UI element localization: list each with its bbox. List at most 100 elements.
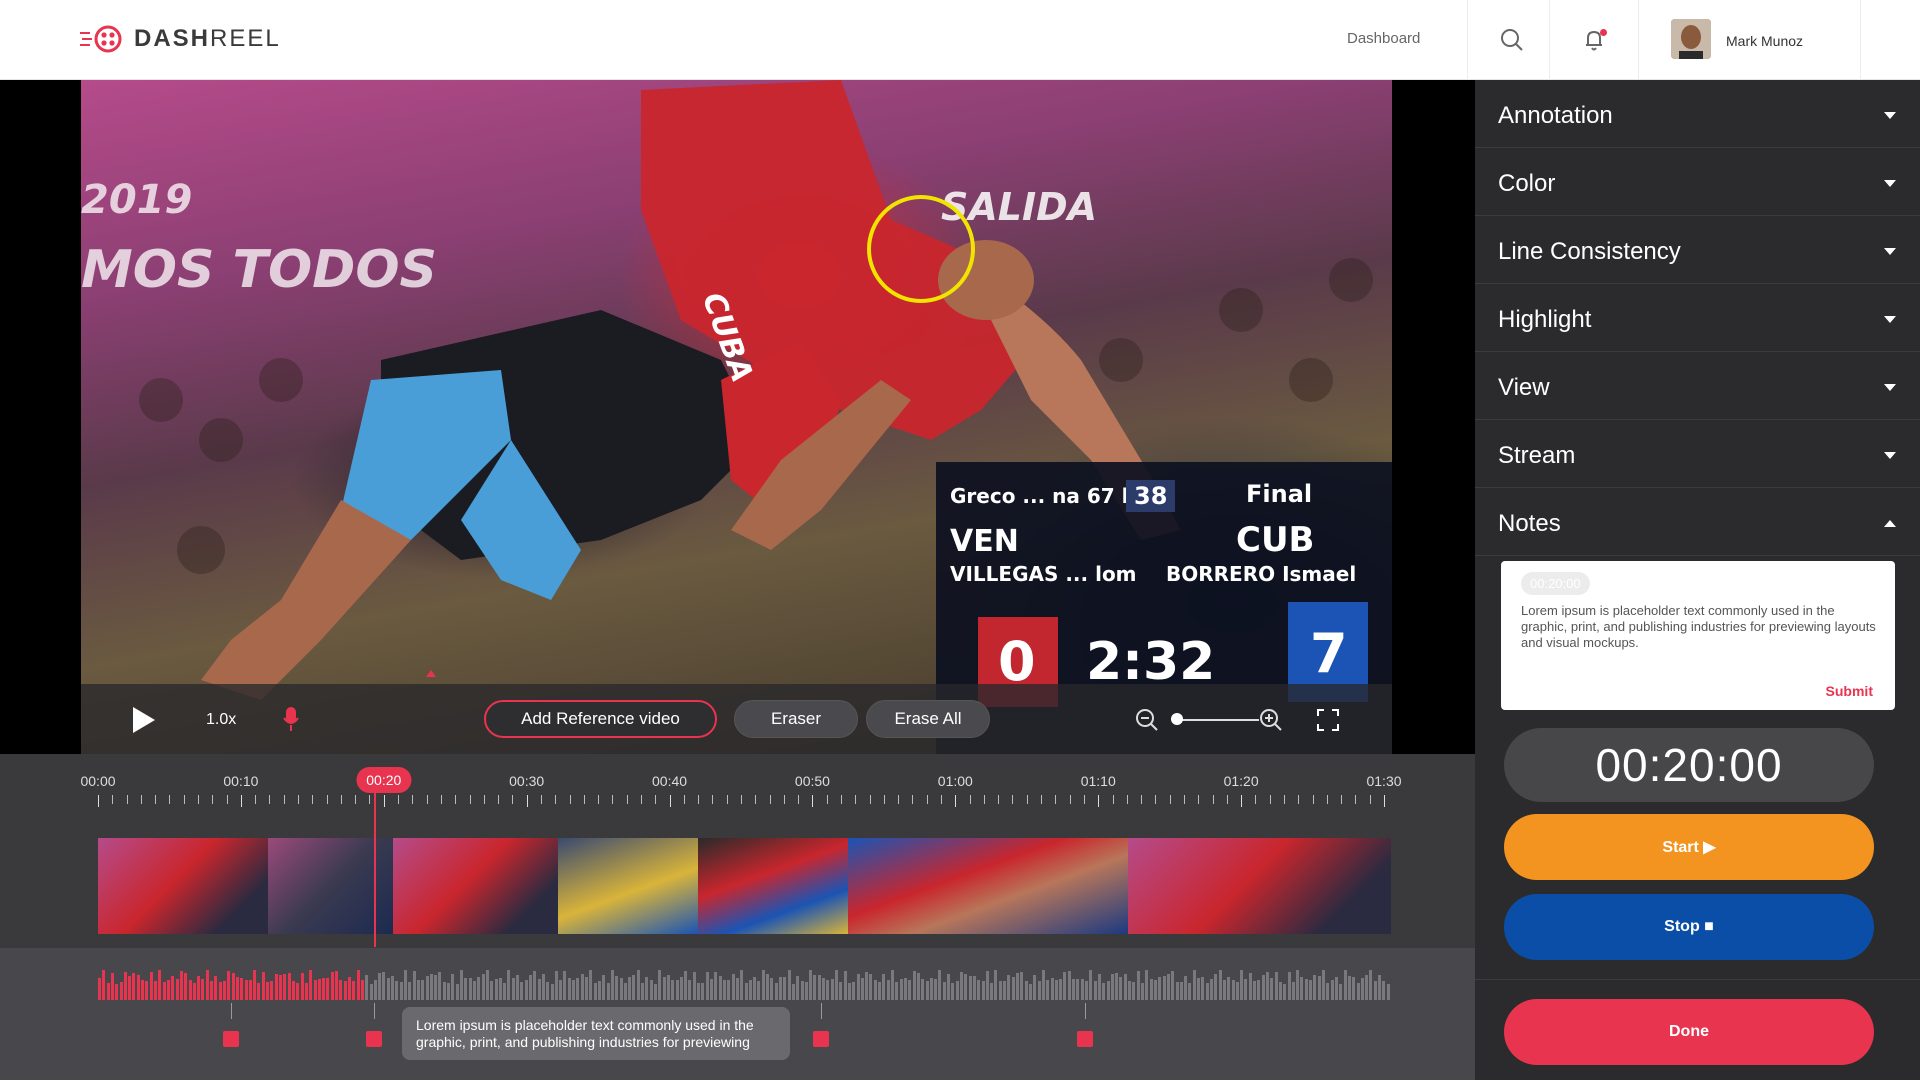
note-marker[interactable]: [366, 1031, 382, 1047]
waveform-bar: [666, 974, 670, 1000]
waveform-bar: [227, 971, 231, 1000]
stop-button[interactable]: Stop ■: [1504, 894, 1874, 960]
timeline-tick: [1355, 795, 1357, 804]
annotation-circle[interactable]: [867, 195, 975, 303]
thumbnail[interactable]: [1128, 838, 1391, 934]
video-frame[interactable]: 2019 MOS TODOS SALIDA Greco ... na 67 kg: [81, 80, 1392, 754]
waveform-bar: [356, 970, 360, 1000]
scoreboard-left-country: VEN: [950, 524, 1019, 559]
waveform-bar: [218, 981, 222, 1000]
zoom-slider-track[interactable]: [1174, 719, 1259, 721]
accordion-annotation[interactable]: Annotation: [1475, 80, 1920, 148]
start-button[interactable]: Start ▶: [1504, 814, 1874, 880]
timeline-tick: [498, 795, 500, 804]
waveform-bar: [503, 982, 507, 1000]
erase-all-button[interactable]: Erase All: [866, 700, 990, 738]
waveform-bar: [994, 970, 998, 1000]
timeline-tick: [440, 795, 442, 804]
waveform-bar: [770, 978, 774, 1000]
waveform-bar: [1067, 971, 1071, 1000]
waveform-bar: [1270, 977, 1274, 1000]
mic-icon[interactable]: [283, 706, 299, 732]
accordion-highlight[interactable]: Highlight: [1475, 284, 1920, 352]
note-text[interactable]: Lorem ipsum is placeholder text commonly…: [1521, 603, 1881, 651]
timeline-tick: [540, 795, 542, 804]
waveform-bar: [1003, 980, 1007, 1000]
waveform-bar: [382, 971, 386, 1000]
timeline-tick: [383, 795, 385, 807]
notes-card[interactable]: 00:20:00 Lorem ipsum is placeholder text…: [1501, 561, 1895, 710]
waveform-bar: [1175, 981, 1179, 1000]
timeline-tick: [1098, 795, 1100, 807]
waveform-bar: [399, 981, 403, 1000]
waveform-bar: [675, 979, 679, 1000]
waveform-bar: [1309, 979, 1313, 1000]
accordion-line-consistency[interactable]: Line Consistency: [1475, 216, 1920, 284]
zoom-in-icon[interactable]: [1259, 708, 1283, 732]
waveform-bar: [197, 976, 201, 1000]
thumbnail[interactable]: [558, 838, 698, 934]
accordion-color[interactable]: Color: [1475, 148, 1920, 216]
user-name[interactable]: Mark Munoz: [1726, 33, 1803, 49]
app: DASHREEL Dashboard Mark Munoz 2019 MOS T…: [0, 0, 1920, 1080]
logo[interactable]: DASHREEL: [80, 24, 281, 54]
fullscreen-icon[interactable]: [1317, 709, 1339, 731]
waveform-bar: [425, 975, 429, 1000]
waveform-bar: [296, 982, 300, 1000]
timeline-tick: [1198, 795, 1200, 804]
waveform-bar: [585, 976, 589, 1000]
timeline-label: 00:30: [509, 773, 545, 789]
accordion-view[interactable]: View: [1475, 352, 1920, 420]
accordion-label: Annotation: [1498, 102, 1613, 129]
waveform-bar: [1166, 974, 1170, 1000]
thumbnail[interactable]: [98, 838, 268, 934]
waveform-bar: [744, 983, 748, 1000]
timeline-tick: [483, 795, 485, 804]
done-button[interactable]: Done: [1504, 999, 1874, 1065]
waveform-bar: [326, 977, 330, 1000]
waveform-bar: [843, 971, 847, 1000]
playback-speed[interactable]: 1.0x: [206, 711, 236, 729]
eraser-button[interactable]: Eraser: [734, 700, 858, 738]
accordion-notes[interactable]: Notes: [1475, 488, 1920, 556]
audio-waveform[interactable]: [98, 968, 1391, 1000]
waveform-bar: [154, 980, 158, 1000]
note-marker[interactable]: [1077, 1031, 1093, 1047]
waveform-bar: [1244, 979, 1248, 1000]
note-submit-button[interactable]: Submit: [1826, 683, 1873, 699]
note-marker[interactable]: [813, 1031, 829, 1047]
timeline-tick: [1298, 795, 1300, 804]
playhead[interactable]: [374, 785, 376, 947]
waveform-bar: [960, 971, 963, 1000]
tools-panel: Annotation Color Line Consistency Highlight…: [1475, 80, 1920, 1080]
thumbnail-strip[interactable]: [98, 838, 1391, 934]
waveform-bar: [649, 979, 653, 1000]
thumbnail[interactable]: [848, 838, 1128, 934]
waveform-bar: [671, 979, 675, 1000]
nav-dashboard-link[interactable]: Dashboard: [1347, 30, 1420, 47]
waveform-bar: [1149, 979, 1153, 1000]
timeline-tick: [640, 795, 642, 804]
timeline-label: 01:30: [1366, 773, 1402, 789]
waveform-bar: [335, 971, 339, 1000]
top-header: DASHREEL Dashboard Mark Munoz: [0, 0, 1920, 80]
waveform-bar: [1153, 979, 1157, 1000]
thumbnail[interactable]: [698, 838, 848, 934]
waveform-bar: [1227, 976, 1231, 1000]
waveform-bar: [1093, 980, 1097, 1000]
accordion-stream[interactable]: Stream: [1475, 420, 1920, 488]
waveform-bar: [1261, 975, 1265, 1000]
avatar[interactable]: [1671, 19, 1711, 59]
note-marker[interactable]: [223, 1031, 239, 1047]
waveform-bar: [735, 978, 739, 1000]
waveform-bar: [257, 983, 261, 1000]
timeline-tick: [126, 795, 128, 804]
add-reference-video-button[interactable]: Add Reference video: [484, 700, 717, 738]
zoom-out-icon[interactable]: [1135, 708, 1159, 732]
waveform-bar: [365, 975, 369, 1000]
search-icon[interactable]: [1498, 26, 1526, 54]
zoom-slider-handle[interactable]: [1171, 713, 1183, 725]
thumbnail[interactable]: [393, 838, 558, 934]
waveform-bar: [347, 977, 351, 1000]
play-icon[interactable]: [131, 706, 157, 734]
